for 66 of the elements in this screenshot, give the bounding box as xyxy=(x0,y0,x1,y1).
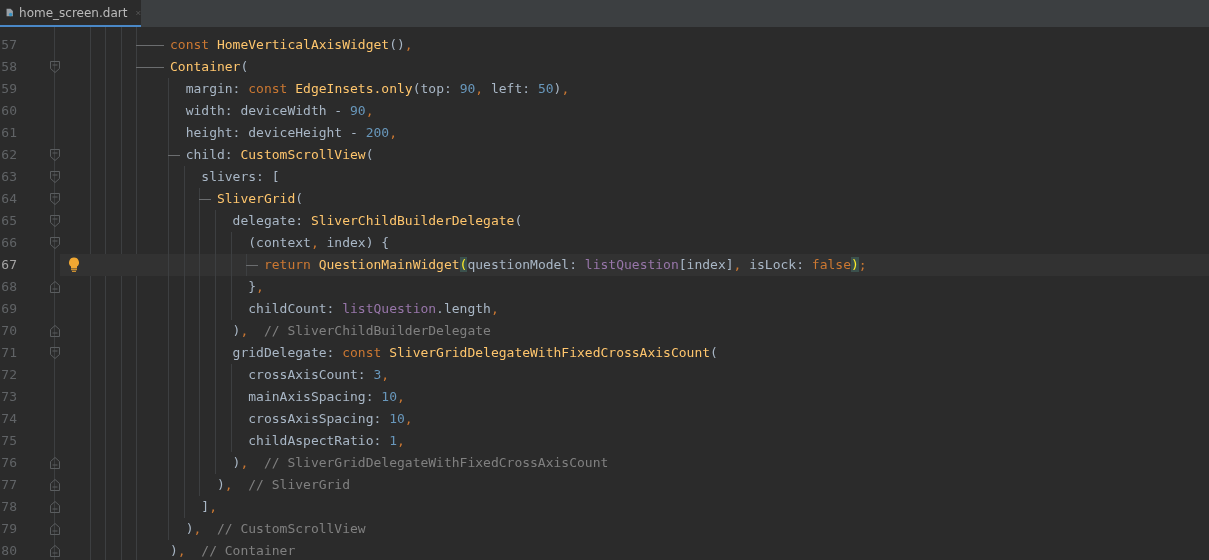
line-number: 64 xyxy=(0,190,17,208)
fold-icon[interactable] xyxy=(50,237,60,249)
code-line: slivers: [ xyxy=(200,168,280,186)
code-line: ], xyxy=(200,498,217,516)
fold-icon[interactable] xyxy=(50,457,60,469)
fold-icon[interactable] xyxy=(50,325,60,337)
line-number: 70 xyxy=(0,322,17,340)
code-line: delegate: SliverChildBuilderDelegate( xyxy=(231,212,523,230)
code-line: margin: const EdgeInsets.only(top: 90, left: 50), xyxy=(184,80,570,98)
line-number: 59 xyxy=(0,80,17,98)
fold-icon[interactable] xyxy=(50,193,60,205)
line-number: 71 xyxy=(0,344,17,362)
line-number: 58 xyxy=(0,58,17,76)
line-number: 78 xyxy=(0,498,17,516)
code-line: ), // SliverChildBuilderDelegate xyxy=(231,322,491,340)
line-number: 69 xyxy=(0,300,17,318)
code-line: width: deviceWidth - 90, xyxy=(184,102,374,120)
code-line: ), // CustomScrollView xyxy=(184,520,366,538)
fold-icon[interactable] xyxy=(50,149,60,161)
file-tab[interactable]: home_screen.dart xyxy=(0,0,141,27)
lightbulb-icon[interactable] xyxy=(68,257,80,272)
line-number: 75 xyxy=(0,432,17,450)
line-number: 57 xyxy=(0,36,17,54)
fold-icon[interactable] xyxy=(50,171,60,183)
line-number: 73 xyxy=(0,388,17,406)
code-line: }, xyxy=(247,278,264,296)
code-line: ), // SliverGrid xyxy=(215,476,351,494)
line-number: 61 xyxy=(0,124,17,142)
code-line: const HomeVerticalAxisWidget(), xyxy=(170,36,413,54)
code-line: childAspectRatio: 1, xyxy=(247,432,405,450)
code-line: childCount: listQuestion.length, xyxy=(247,300,499,318)
code-line: mainAxisSpacing: 10, xyxy=(247,388,405,406)
line-number: 60 xyxy=(0,102,17,120)
line-number: 63 xyxy=(0,168,17,186)
code-line: child: CustomScrollView( xyxy=(184,146,374,164)
line-number: 74 xyxy=(0,410,17,428)
line-number: 67 xyxy=(0,256,17,274)
tab-title: home_screen.dart xyxy=(19,4,128,22)
code-line: ), // SliverGridDelegateWithFixedCrossAxisCount xyxy=(231,454,609,472)
code-line: (context, index) { xyxy=(247,234,390,252)
line-number: 68 xyxy=(0,278,17,296)
code-line: Container( xyxy=(170,58,249,76)
close-icon[interactable] xyxy=(136,8,141,17)
line-number: 62 xyxy=(0,146,17,164)
fold-icon[interactable] xyxy=(50,523,60,535)
code-line: SliverGrid( xyxy=(215,190,304,208)
line-number: 79 xyxy=(0,520,17,538)
fold-icon[interactable] xyxy=(50,501,60,513)
fold-icon[interactable] xyxy=(50,545,60,557)
fold-icon[interactable] xyxy=(50,347,60,359)
line-number: 77 xyxy=(0,476,17,494)
code-line: crossAxisCount: 3, xyxy=(247,366,390,384)
fold-icon[interactable] xyxy=(50,281,60,293)
code-line: crossAxisSpacing: 10, xyxy=(247,410,413,428)
fold-icon[interactable] xyxy=(50,215,60,227)
fold-icon[interactable] xyxy=(50,61,60,73)
line-number: 72 xyxy=(0,366,17,384)
fold-icon[interactable] xyxy=(50,479,60,491)
line-number: 76 xyxy=(0,454,17,472)
code-line: height: deviceHeight - 200, xyxy=(184,124,397,142)
line-number: 66 xyxy=(0,234,17,252)
line-number: 65 xyxy=(0,212,17,230)
code-line: return QuestionMainWidget(questionModel: listQuestion[index], isLock: false); xyxy=(262,256,867,274)
code-line: gridDelegate: const SliverGridDelegateWithFixedCrossAxisCount( xyxy=(231,344,718,362)
line-number: 80 xyxy=(0,542,17,560)
code-line: ), // Container xyxy=(170,542,296,560)
